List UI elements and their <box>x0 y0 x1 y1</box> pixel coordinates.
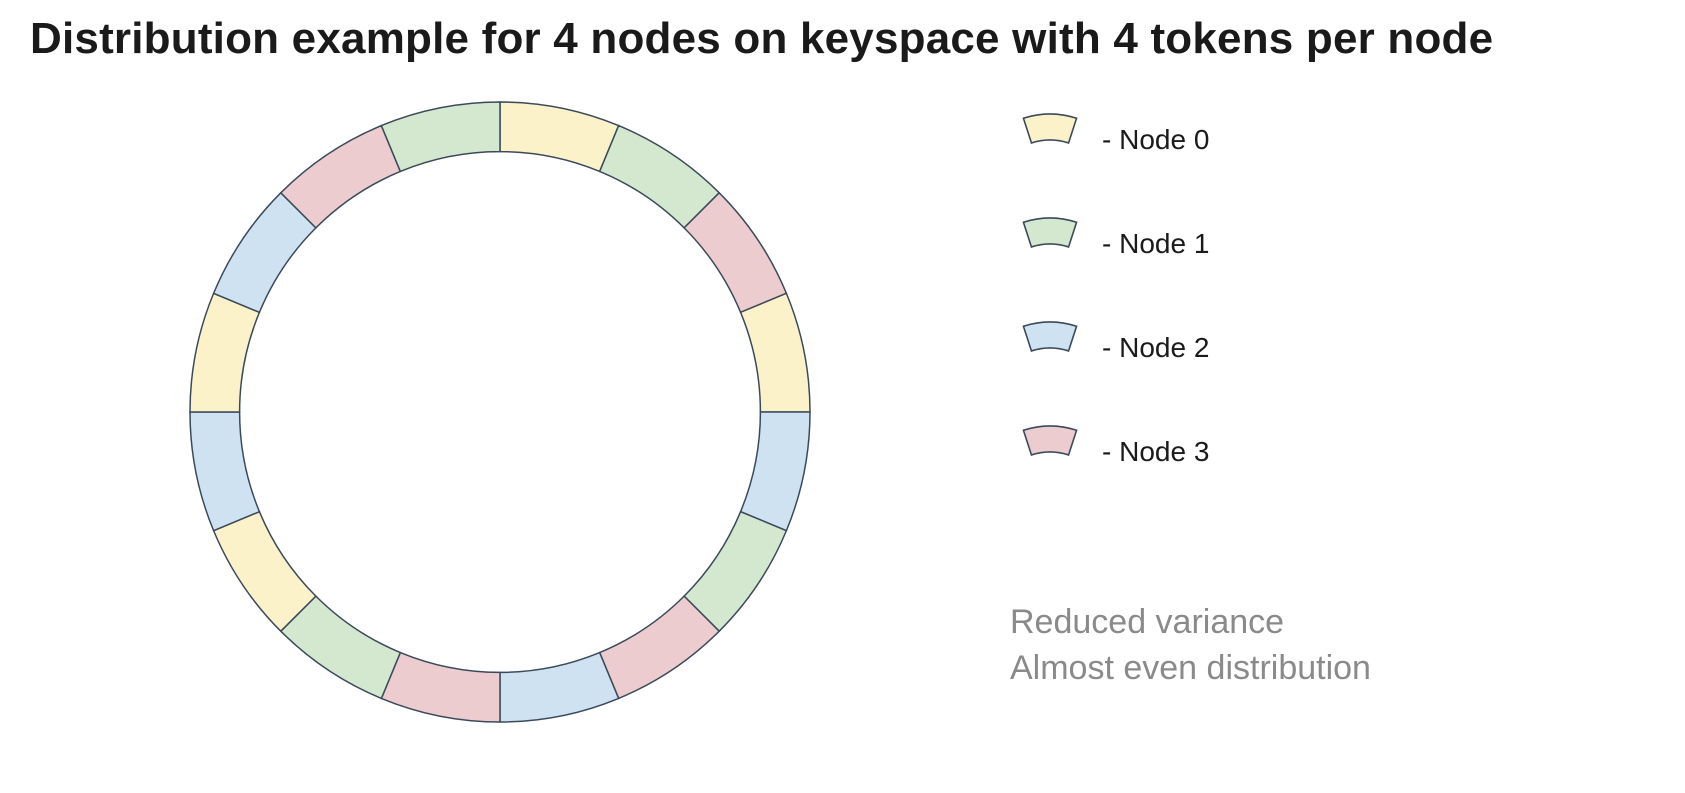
legend-swatch-node1 <box>1010 214 1090 274</box>
legend-label-node0: - Node 0 <box>1102 124 1209 156</box>
legend-label-node2: - Node 2 <box>1102 332 1209 364</box>
ring-segment-node3 <box>381 653 500 722</box>
page-title: Distribution example for 4 nodes on keys… <box>30 14 1493 64</box>
diagram-stage: Distribution example for 4 nodes on keys… <box>0 0 1685 793</box>
ring-segment-node2 <box>190 412 259 531</box>
ring-segment-node2 <box>500 653 619 722</box>
legend-item-node3: - Node 3 <box>1010 422 1530 482</box>
note-even-distribution: Almost even distribution <box>1010 646 1650 692</box>
legend-swatch-node2 <box>1010 318 1090 378</box>
legend: - Node 0 - Node 1 - Node 2 - Node 3 <box>1010 110 1530 526</box>
ring-svg <box>170 82 830 742</box>
legend-item-node2: - Node 2 <box>1010 318 1530 378</box>
notes: Reduced variance Almost even distributio… <box>1010 600 1650 692</box>
ring-segment-node0 <box>190 293 259 412</box>
legend-item-node0: - Node 0 <box>1010 110 1530 170</box>
keyspace-ring <box>170 82 830 742</box>
legend-item-node1: - Node 1 <box>1010 214 1530 274</box>
ring-segment-node0 <box>741 293 810 412</box>
legend-swatch-node3 <box>1010 422 1090 482</box>
legend-swatch-node0 <box>1010 110 1090 170</box>
note-reduced-variance: Reduced variance <box>1010 600 1650 646</box>
ring-segment-node2 <box>741 412 810 531</box>
legend-label-node1: - Node 1 <box>1102 228 1209 260</box>
ring-segment-node0 <box>500 102 619 171</box>
legend-label-node3: - Node 3 <box>1102 436 1209 468</box>
ring-segment-node1 <box>381 102 500 171</box>
